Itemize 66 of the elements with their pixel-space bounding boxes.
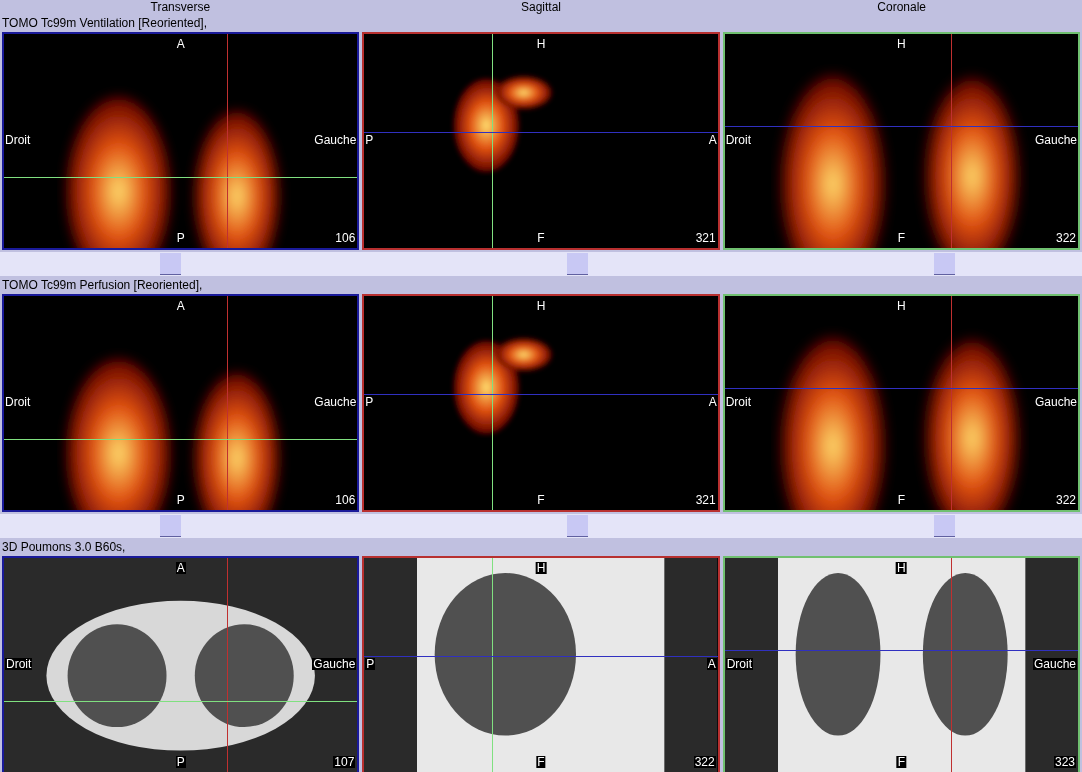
orientation-label: H (535, 562, 547, 574)
orientation-label: F (536, 756, 546, 768)
series-title: 3D Poumons 3.0 B60s, (2, 539, 126, 556)
image-view[interactable]: H F P A 322 (362, 556, 720, 772)
image-view[interactable]: A P Droit Gauche 106 (2, 32, 360, 250)
orientation-label: A (175, 562, 186, 574)
orientation-label: P (365, 134, 374, 146)
orientation-label: H (536, 38, 546, 50)
image-view[interactable]: H F P A 321 (362, 32, 720, 250)
slice-number: 322 (1055, 494, 1076, 506)
orientation-label: Droit (5, 658, 33, 670)
orientation-label: Droit (725, 134, 751, 146)
slice-number: 106 (335, 494, 356, 506)
slice-number: 323 (1053, 756, 1076, 768)
image-view[interactable]: H F Droit Gauche 323 (722, 556, 1080, 772)
slice-number: 107 (333, 756, 356, 768)
orientation-label: H (536, 300, 546, 312)
orientation-label: P (176, 232, 185, 244)
slider-thumb[interactable] (934, 515, 956, 537)
image-view[interactable]: H F Droit Gauche 322 (722, 32, 1080, 250)
orientation-label: F (537, 494, 545, 506)
slice-number: 321 (695, 494, 716, 506)
orientation-label: Droit (725, 658, 753, 670)
slider-thumb[interactable] (566, 515, 588, 537)
orientation-label: H (896, 562, 907, 574)
orientation-label: A (708, 396, 717, 408)
slider-thumb[interactable] (159, 253, 181, 275)
slice-number: 321 (695, 232, 716, 244)
orientation-label: P (365, 396, 374, 408)
slider-thumb[interactable] (159, 515, 181, 537)
orientation-label: F (897, 232, 905, 244)
orientation-label: A (176, 300, 185, 312)
orientation-label: Droit (725, 396, 751, 408)
orientation-label: Gauche (1034, 134, 1077, 146)
orientation-label: Droit (5, 134, 31, 146)
image-view[interactable]: A P Droit Gauche 107 (2, 556, 360, 772)
orientation-label: Gauche (314, 396, 357, 408)
orientation-label: Gauche (314, 134, 357, 146)
orientation-label: F (896, 756, 906, 768)
slice-number: 106 (335, 232, 356, 244)
slice-number: 322 (1055, 232, 1076, 244)
orientation-label: H (897, 38, 906, 50)
orientation-label: Gauche (312, 658, 357, 670)
orientation-label: Gauche (1032, 658, 1077, 670)
image-view[interactable]: H F Droit Gauche 322 (722, 294, 1080, 512)
orientation-label: P (365, 658, 376, 670)
orientation-label: Gauche (1034, 396, 1077, 408)
orientation-label: A (708, 134, 717, 146)
slice-number: 322 (693, 756, 716, 768)
orientation-label: H (897, 300, 906, 312)
orientation-label: A (176, 38, 185, 50)
image-view[interactable]: A P Droit Gauche 106 (2, 294, 360, 512)
orientation-label: A (706, 658, 717, 670)
orientation-label: F (537, 232, 545, 244)
orientation-label: Droit (5, 396, 31, 408)
orientation-label: P (176, 494, 185, 506)
orientation-label: P (175, 756, 186, 768)
image-view[interactable]: H F P A 321 (362, 294, 720, 512)
series-title: TOMO Tc99m Perfusion [Reoriented], (2, 277, 203, 294)
column-header: Coronale (877, 0, 926, 14)
column-header: Transverse (150, 0, 211, 14)
series-title: TOMO Tc99m Ventilation [Reoriented], (2, 15, 207, 32)
column-header: Sagittal (520, 0, 561, 14)
slider-thumb[interactable] (934, 253, 956, 275)
slider-thumb[interactable] (566, 253, 588, 275)
orientation-label: F (897, 494, 905, 506)
